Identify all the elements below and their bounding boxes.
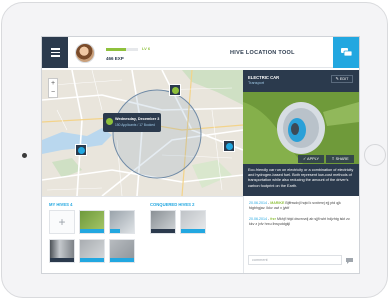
conquered-hives-title: CONQUERED HIVES <box>150 202 191 207</box>
xp-progress-fill <box>106 48 126 51</box>
panel-subtitle: Transport <box>248 81 265 85</box>
hive-description: Eco-friendly car run on electricity or a… <box>248 168 354 188</box>
apply-button[interactable]: ✓ APPLY <box>298 155 324 163</box>
page-title: HIVE LOCATION TOOL <box>230 50 295 56</box>
level-label: LV 6 <box>142 46 151 51</box>
zoom-control: + − <box>48 78 58 98</box>
comments-section: 20.06.2014 - MARIKE Bjffnwdvjl hqtd k sx… <box>243 196 359 273</box>
hive-marker-icon <box>106 118 113 125</box>
hive-thumbnail[interactable] <box>79 210 105 234</box>
map-canvas <box>42 70 243 196</box>
zoom-in-button[interactable]: + <box>49 79 57 88</box>
apply-label: APPLY <box>307 157 319 161</box>
map-view[interactable]: + − Wednesday, December 3 150 Applicants… <box>42 70 243 196</box>
hive-thumbnail[interactable] <box>109 210 135 234</box>
chat-icon <box>340 47 352 56</box>
conquered-hive-thumbnail[interactable] <box>180 210 206 234</box>
app-screen: LV 6 466 EXP HIVE LOCATION TOOL + − Wedn… <box>42 37 359 273</box>
hive-pin[interactable] <box>169 84 181 96</box>
tablet-frame: LV 6 466 EXP HIVE LOCATION TOOL + − Wedn… <box>1 2 388 298</box>
share-label: SHARE <box>335 157 349 161</box>
share-button[interactable]: ⇪ SHARE <box>326 155 354 163</box>
hive-pin[interactable] <box>75 144 87 156</box>
xp-progress-bar <box>106 48 138 51</box>
comment-user[interactable]: frzr <box>270 217 276 221</box>
panel-title: ELECTRIC CAR <box>248 75 280 80</box>
avatar[interactable] <box>75 43 95 63</box>
edit-label: EDIT <box>339 77 349 81</box>
hive-photo <box>243 92 359 164</box>
my-hives-title: MY HIVES <box>49 202 69 207</box>
callout-title: Wednesday, December 3 <box>115 117 160 121</box>
send-icon[interactable] <box>345 256 354 265</box>
hives-section: MY HIVES 4 CONQUERED HIVES 2 + <box>42 196 243 273</box>
hive-pin[interactable] <box>223 140 235 152</box>
comment-date: 20.06.2014 <box>249 201 267 205</box>
camera-dot <box>22 153 27 158</box>
my-hives-label: MY HIVES 4 <box>49 202 72 207</box>
comment-date: 20.06.2014 <box>249 217 267 221</box>
add-hive-button[interactable]: + <box>49 210 75 234</box>
car-photo <box>243 92 359 164</box>
comment-user[interactable]: MARIKE <box>270 201 284 205</box>
menu-icon[interactable] <box>42 37 68 68</box>
chat-button[interactable] <box>333 37 359 68</box>
app-header: LV 6 466 EXP HIVE LOCATION TOOL <box>42 37 359 68</box>
home-button[interactable] <box>364 144 386 166</box>
hive-thumbnail[interactable] <box>109 239 135 263</box>
conquered-hives-label: CONQUERED HIVES 2 <box>150 202 194 207</box>
hive-thumbnail[interactable] <box>49 239 75 263</box>
conquered-hives-count: 2 <box>192 202 195 207</box>
add-icon: + <box>58 215 66 229</box>
edit-button[interactable]: ✎ EDIT <box>331 75 353 83</box>
xp-label: 466 EXP <box>106 56 124 61</box>
comment-input[interactable]: comment <box>248 255 342 265</box>
map-callout[interactable]: Wednesday, December 3 150 Applicants / 1… <box>103 113 161 132</box>
zoom-out-button[interactable]: − <box>49 88 57 97</box>
callout-subtitle: 150 Applicants / 17 Booked <box>115 123 155 127</box>
hive-thumbnail[interactable] <box>79 239 105 263</box>
detail-panel: ELECTRIC CAR Transport ✎ EDIT ✓ APPLY ⇪ … <box>243 70 359 273</box>
my-hives-count: 4 <box>70 202 73 207</box>
conquered-hive-thumbnail[interactable] <box>150 210 176 234</box>
comment-item: 20.06.2014 - MARIKE Bjffnwdvjl hqtd k sx… <box>249 201 341 210</box>
comment-item: 20.06.2014 - frzr Mkhjf hbjd dwvrvvdj ab… <box>249 217 351 226</box>
